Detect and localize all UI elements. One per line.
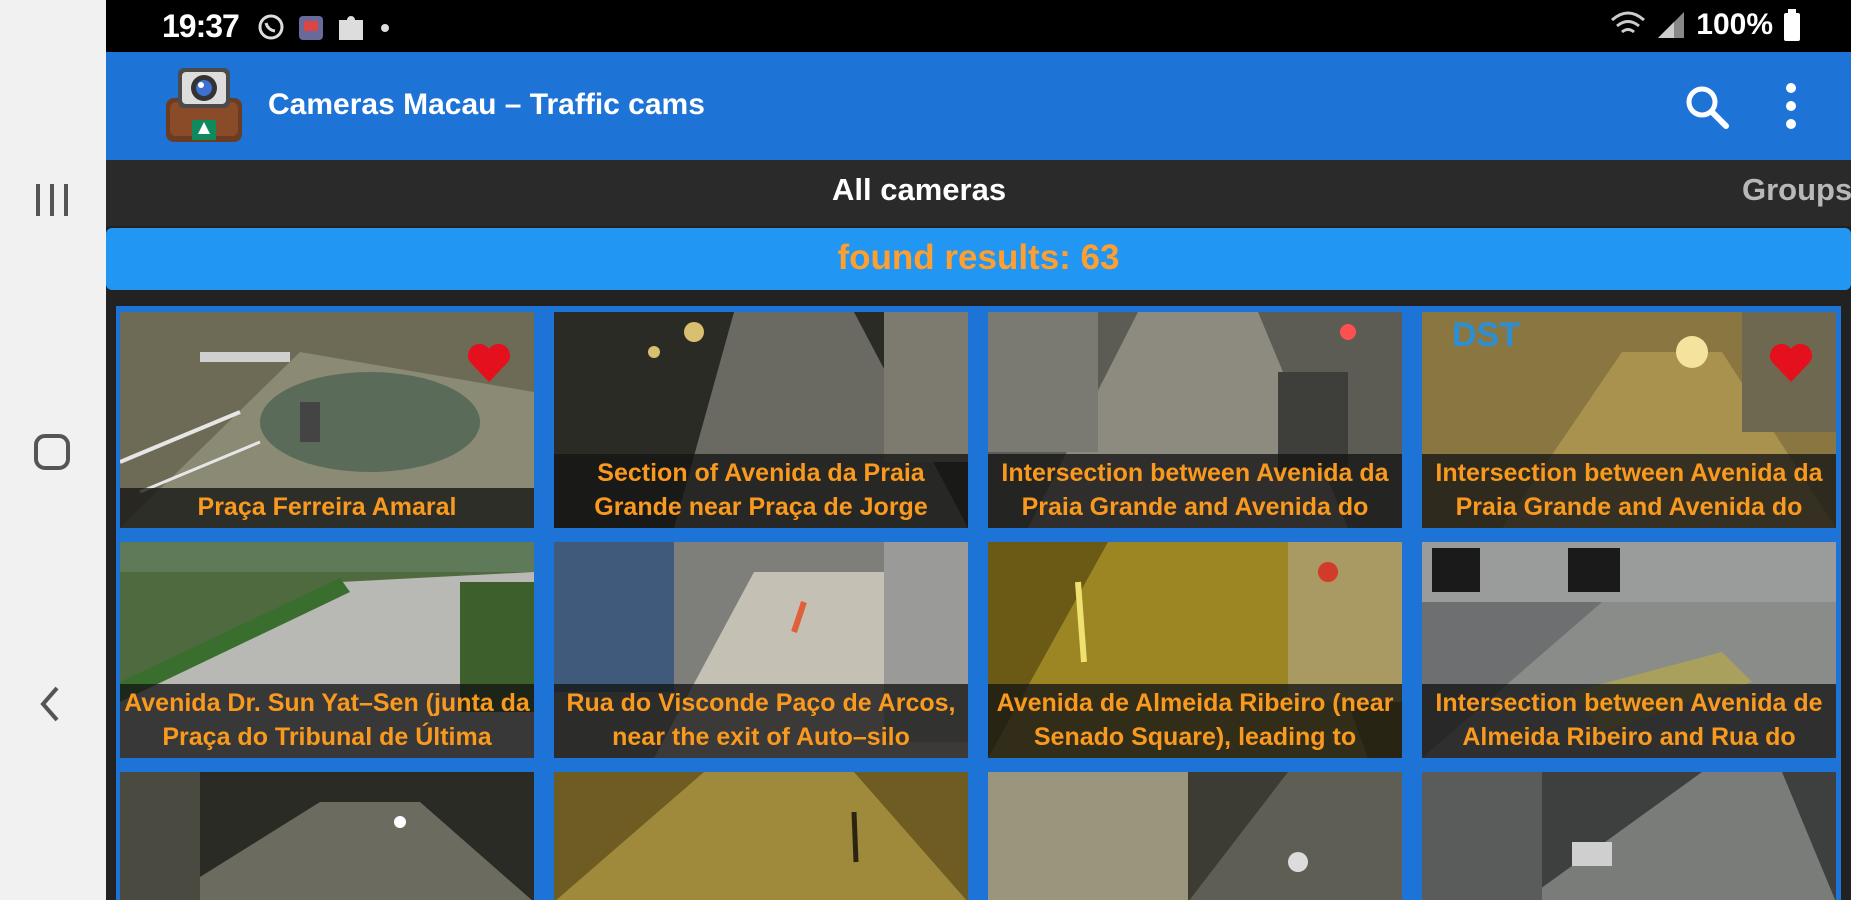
app-title: Cameras Macau – Traffic cams — [268, 88, 705, 121]
notification-icons — [256, 10, 392, 44]
camera-tile[interactable]: Avenida Dr. Sun Yat–Sen (junta da Praça … — [120, 542, 534, 758]
camera-caption: Section of Avenida da Praia Grande near … — [554, 454, 968, 528]
results-count: found results: 63 — [837, 238, 1120, 277]
battery-icon — [1784, 9, 1800, 41]
tab-all-cameras[interactable]: All cameras — [832, 172, 1006, 208]
camera-caption: Avenida de Almeida Ribeiro (near Senado … — [988, 684, 1402, 758]
camera-caption: Avenida Dr. Sun Yat–Sen (junta da Praça … — [120, 684, 534, 758]
camera-tile[interactable]: Section of Avenida da Praia Grande near … — [554, 312, 968, 528]
recent-apps-icon — [36, 184, 68, 216]
camera-tile[interactable] — [988, 772, 1402, 900]
device-screen: 19:37 100% Cameras Macau – Traffic cams … — [106, 0, 1851, 900]
app-bar: Cameras Macau – Traffic cams — [106, 52, 1851, 160]
system-nav-bar — [0, 0, 106, 900]
favorite-heart-icon[interactable] — [1768, 342, 1814, 384]
camera-tile[interactable] — [554, 772, 968, 900]
camera-tile[interactable] — [1422, 772, 1836, 900]
camera-tile[interactable]: Avenida de Almeida Ribeiro (near Senado … — [988, 542, 1402, 758]
camera-thumbnail — [554, 772, 968, 900]
svg-text:DST: DST — [1452, 316, 1520, 354]
game-app-icon — [299, 16, 323, 40]
camera-caption: Rua do Visconde Paço de Arcos, near the … — [554, 684, 968, 758]
camera-thumbnail — [988, 772, 1402, 900]
status-bar: 19:37 100% — [106, 0, 1851, 52]
camera-caption: Intersection between Avenida da Praia Gr… — [1422, 454, 1836, 528]
camera-thumbnail — [120, 772, 534, 900]
camera-tile[interactable]: Intersection between Avenida de Almeida … — [1422, 542, 1836, 758]
tab-bar: All cameras Groups — [106, 160, 1851, 226]
camera-tile[interactable]: Intersection between Avenida da Praia Gr… — [988, 312, 1402, 528]
camera-tile[interactable] — [120, 772, 534, 900]
back-button[interactable] — [22, 674, 82, 734]
battery-percent: 100% — [1696, 8, 1773, 41]
tab-groups[interactable]: Groups — [1742, 172, 1851, 208]
camera-tile[interactable]: DST Intersection between Avenida da Prai… — [1422, 312, 1836, 528]
more-vert-icon[interactable] — [1776, 78, 1806, 134]
camera-tile[interactable]: Rua do Visconde Paço de Arcos, near the … — [554, 542, 968, 758]
camera-tile[interactable]: Praça Ferreira Amaral — [120, 312, 534, 528]
status-time: 19:37 — [162, 8, 240, 44]
signal-icon — [1658, 12, 1685, 38]
camera-grid: Praça Ferreira Amaral Section of Avenida… — [116, 306, 1841, 900]
puzzle-icon — [339, 16, 363, 40]
dot-icon — [381, 24, 389, 32]
back-icon — [40, 686, 59, 722]
app-logo-icon — [166, 68, 242, 142]
home-button[interactable] — [22, 422, 82, 482]
favorite-heart-icon[interactable] — [466, 342, 512, 384]
recent-apps-button[interactable] — [22, 170, 82, 230]
results-banner: found results: 63 — [106, 228, 1851, 290]
camera-caption: Praça Ferreira Amaral — [120, 488, 534, 528]
wifi-icon — [1611, 11, 1646, 34]
home-icon — [34, 434, 70, 470]
status-right: 100% — [1610, 8, 1801, 42]
search-icon[interactable] — [1682, 82, 1732, 132]
camera-caption: Intersection between Avenida da Praia Gr… — [988, 454, 1402, 528]
camera-thumbnail — [1422, 772, 1836, 900]
whatsapp-icon — [258, 14, 284, 40]
camera-caption: Intersection between Avenida de Almeida … — [1422, 684, 1836, 758]
